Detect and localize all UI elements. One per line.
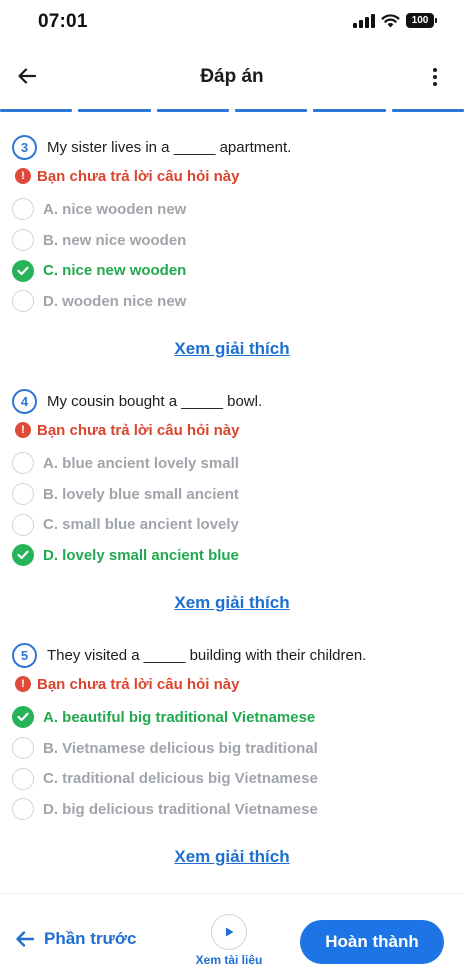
- previous-section-button[interactable]: Phần trước: [14, 928, 136, 950]
- option-label: D. wooden nice new: [43, 292, 187, 310]
- cellular-signal-icon: [353, 13, 375, 28]
- answer-list: 3 My sister lives in a _____ apartment. …: [0, 112, 464, 892]
- answer-options: A. beautiful big traditional Vietnamese …: [12, 702, 452, 825]
- unanswered-warning: ! Bạn chưa trả lời câu hỏi này: [12, 672, 452, 696]
- answer-option-correct[interactable]: A. beautiful big traditional Vietnamese: [12, 702, 452, 733]
- bottom-action-bar: Phần trước Xem tài liệu Hoàn thành: [0, 893, 464, 965]
- play-icon: [211, 914, 247, 950]
- option-label: A. beautiful big traditional Vietnamese: [43, 708, 316, 726]
- finish-button[interactable]: Hoàn thành: [300, 920, 444, 964]
- answer-option[interactable]: C. small blue ancient lovely: [12, 509, 452, 540]
- battery-icon: 100: [406, 13, 437, 28]
- option-label: A. nice wooden new: [43, 200, 187, 218]
- question-card: 5 They visited a _____ building with the…: [12, 642, 452, 867]
- option-label: A. blue ancient lovely small: [43, 454, 239, 472]
- answer-option[interactable]: B. lovely blue small ancient: [12, 479, 452, 510]
- answer-options: A. blue ancient lovely small B. lovely b…: [12, 448, 452, 571]
- arrow-left-icon: [16, 931, 35, 947]
- question-text: They visited a _____ building with their…: [47, 646, 367, 664]
- more-dot-icon: [433, 68, 437, 72]
- answer-option[interactable]: D. wooden nice new: [12, 286, 452, 317]
- answer-option[interactable]: B. new nice wooden: [12, 225, 452, 256]
- radio-empty-icon: [12, 198, 34, 221]
- view-document-button[interactable]: Xem tài liệu: [190, 914, 268, 965]
- option-label: C. traditional delicious big Vietnamese: [43, 770, 318, 788]
- answer-option[interactable]: A. blue ancient lovely small: [12, 448, 452, 479]
- answer-options: A. nice wooden new B. new nice wooden C.…: [12, 194, 452, 317]
- check-circle-icon: [12, 706, 34, 729]
- unanswered-warning: ! Bạn chưa trả lời câu hỏi này: [12, 418, 452, 442]
- option-label: B. lovely blue small ancient: [43, 485, 239, 503]
- app-header: Đáp án: [0, 46, 464, 108]
- view-document-label: Xem tài liệu: [195, 953, 263, 965]
- previous-section-label: Phần trước: [44, 929, 137, 948]
- view-explanation-link[interactable]: Xem giải thích: [12, 339, 452, 359]
- question-text: My cousin bought a _____ bowl.: [47, 392, 263, 410]
- warning-text: Bạn chưa trả lời câu hỏi này: [37, 675, 240, 693]
- more-dot-icon: [433, 82, 437, 86]
- radio-empty-icon: [12, 737, 34, 760]
- more-options-button[interactable]: [428, 63, 442, 91]
- warning-text: Bạn chưa trả lời câu hỏi này: [37, 421, 240, 439]
- radio-empty-icon: [12, 798, 34, 821]
- answer-option[interactable]: A. nice wooden new: [12, 194, 452, 225]
- answer-option[interactable]: B. Vietnamese delicious big traditional: [12, 733, 452, 764]
- option-label: B. Vietnamese delicious big traditional: [43, 739, 318, 757]
- warning-text: Bạn chưa trả lời câu hỏi này: [37, 167, 240, 185]
- question-text: My sister lives in a _____ apartment.: [47, 138, 292, 156]
- question-card: 3 My sister lives in a _____ apartment. …: [12, 134, 452, 359]
- question-card: 4 My cousin bought a _____ bowl. ! Bạn c…: [12, 388, 452, 613]
- option-label: C. small blue ancient lovely: [43, 516, 239, 534]
- radio-empty-icon: [12, 767, 34, 790]
- answer-option[interactable]: C. traditional delicious big Vietnamese: [12, 763, 452, 794]
- radio-empty-icon: [12, 483, 34, 506]
- option-label: C. nice new wooden: [43, 262, 187, 280]
- radio-empty-icon: [12, 513, 34, 536]
- view-explanation-link[interactable]: Xem giải thích: [12, 847, 452, 867]
- status-icons: 100: [353, 13, 437, 28]
- answer-option[interactable]: D. big delicious traditional Vietnamese: [12, 794, 452, 825]
- option-label: B. new nice wooden: [43, 231, 187, 249]
- question-number-badge: 4: [12, 388, 37, 414]
- option-label: D. lovely small ancient blue: [43, 546, 239, 564]
- radio-empty-icon: [12, 452, 34, 475]
- question-number-badge: 5: [12, 642, 37, 668]
- check-circle-icon: [12, 544, 34, 567]
- alert-icon: !: [15, 676, 31, 692]
- radio-empty-icon: [12, 290, 34, 313]
- alert-icon: !: [15, 422, 31, 438]
- radio-empty-icon: [12, 229, 34, 252]
- view-explanation-link[interactable]: Xem giải thích: [12, 593, 452, 613]
- check-circle-icon: [12, 259, 34, 282]
- status-bar: 07:01 100: [0, 0, 464, 46]
- unanswered-warning: ! Bạn chưa trả lời câu hỏi này: [12, 164, 452, 188]
- wifi-icon: [381, 13, 400, 27]
- option-label: D. big delicious traditional Vietnamese: [43, 800, 318, 818]
- answer-option-correct[interactable]: D. lovely small ancient blue: [12, 540, 452, 571]
- status-time: 07:01: [38, 11, 88, 32]
- page-title: Đáp án: [200, 66, 264, 87]
- question-number-badge: 3: [12, 134, 37, 160]
- answer-option-correct[interactable]: C. nice new wooden: [12, 255, 452, 286]
- more-dot-icon: [433, 75, 437, 79]
- alert-icon: !: [15, 168, 31, 184]
